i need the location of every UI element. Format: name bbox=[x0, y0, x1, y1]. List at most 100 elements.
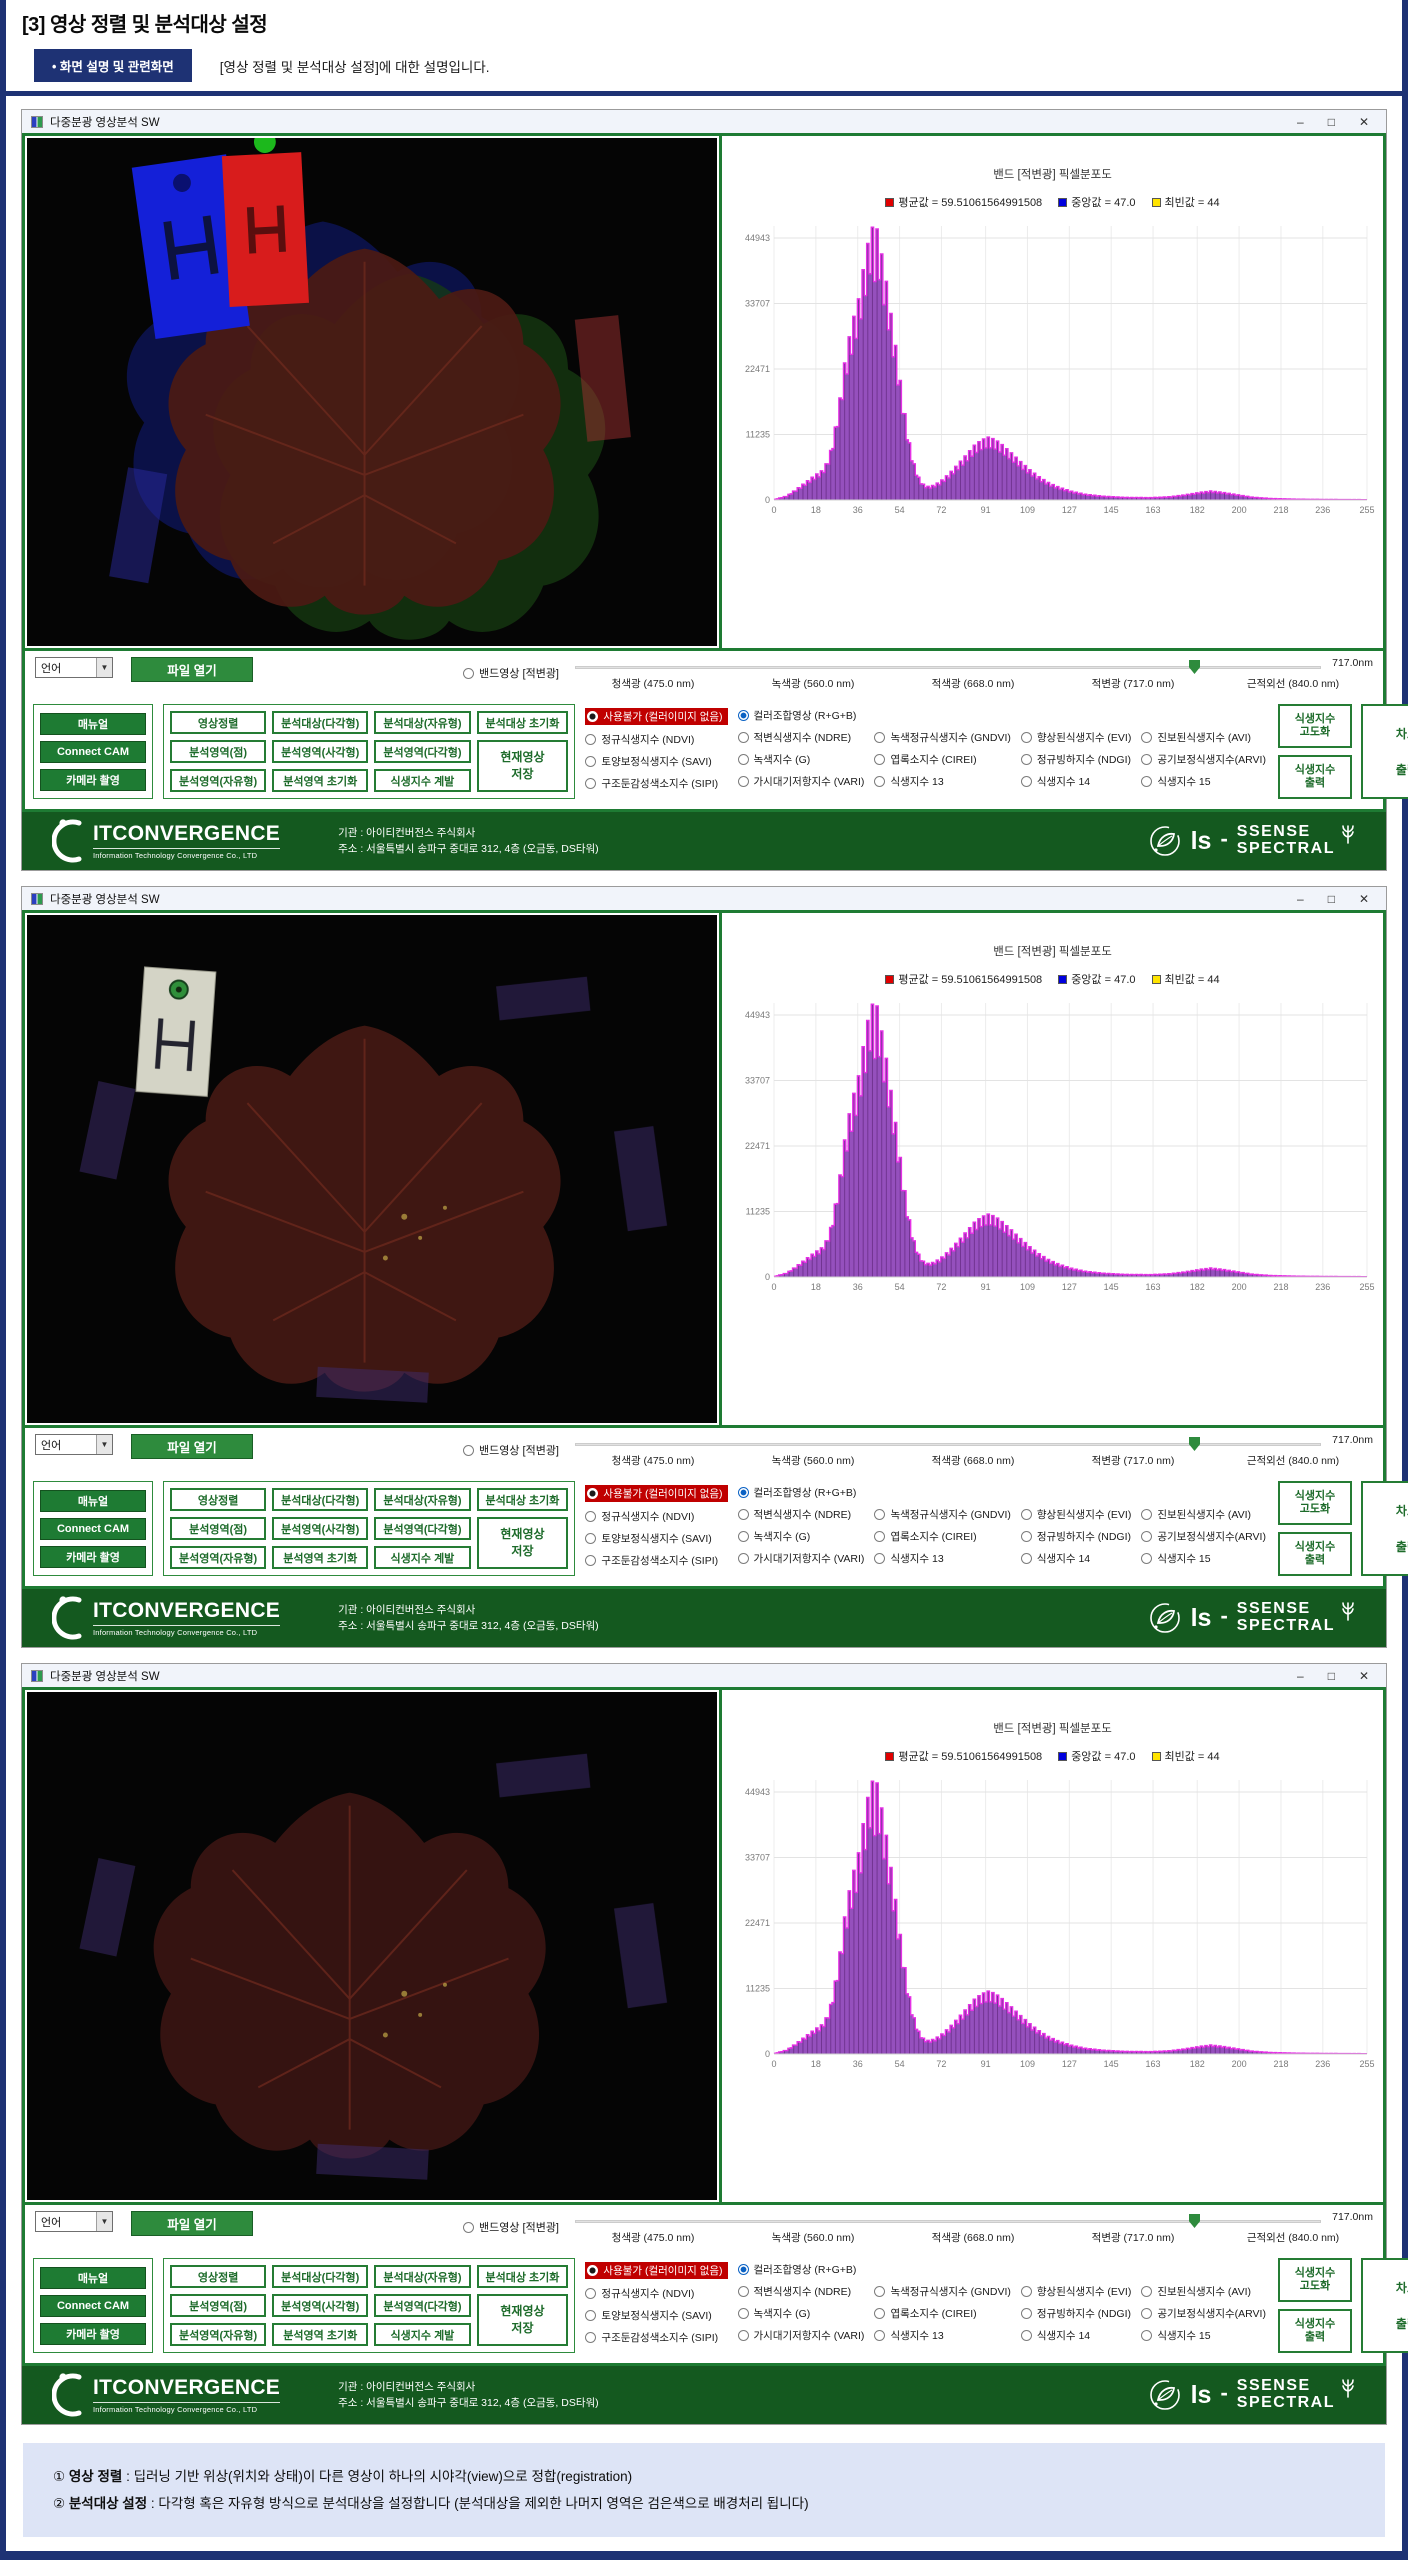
chart-output-button[interactable]: 차트 출력 bbox=[1361, 2258, 1408, 2353]
region-point-button[interactable]: 분석영역(점) bbox=[170, 2294, 266, 2317]
target-freeform-button[interactable]: 분석대상(자유형) bbox=[374, 2265, 470, 2288]
band-image-radio[interactable]: 밴드영상 [적변광] bbox=[463, 2219, 559, 2235]
region-point-button[interactable]: 분석영역(점) bbox=[170, 740, 266, 763]
radio-index13[interactable]: 식생지수 13 bbox=[874, 774, 1010, 789]
minimize-button[interactable]: – bbox=[1297, 1669, 1304, 1683]
target-reset-button[interactable]: 분석대상 초기화 bbox=[477, 1488, 569, 1511]
radio-unavailable[interactable]: 사용불가 (컬러이미지 없음) bbox=[585, 2262, 727, 2279]
minimize-button[interactable]: – bbox=[1297, 115, 1304, 129]
radio-sipi[interactable]: 구조둔감성색소지수 (SIPI) bbox=[585, 2330, 727, 2345]
radio-vari[interactable]: 가시대기저항지수 (VARI) bbox=[738, 2328, 865, 2343]
region-rect-button[interactable]: 분석영역(사각형) bbox=[272, 1517, 368, 1540]
slider-thumb[interactable] bbox=[1189, 660, 1200, 674]
radio-ndre[interactable]: 적변식생지수 (NDRE) bbox=[738, 1507, 865, 1522]
radio-ndgi[interactable]: 정규빙하지수 (NDGI) bbox=[1021, 752, 1131, 767]
save-current-image-button[interactable]: 현재영상 저장 bbox=[477, 2294, 569, 2346]
band-image-radio[interactable]: 밴드영상 [적변광] bbox=[463, 665, 559, 681]
radio-gndvi[interactable]: 녹색정규식생지수 (GNDVI) bbox=[874, 2284, 1010, 2299]
radio-unavailable[interactable]: 사용불가 (컬러이미지 없음) bbox=[585, 1485, 727, 1502]
open-file-button[interactable]: 파일 열기 bbox=[131, 2211, 253, 2236]
target-polygon-button[interactable]: 분석대상(다각형) bbox=[272, 2265, 368, 2288]
radio-cirei[interactable]: 엽록소지수 (CIREI) bbox=[874, 752, 1010, 767]
radio-arvi[interactable]: 공기보정식생지수(ARVI) bbox=[1141, 752, 1266, 767]
align-button[interactable]: 영상정렬 bbox=[170, 2265, 266, 2288]
radio-index14[interactable]: 식생지수 14 bbox=[1021, 1551, 1131, 1566]
region-freeform-button[interactable]: 분석영역(자유형) bbox=[170, 1546, 266, 1569]
close-button[interactable]: ✕ bbox=[1359, 1669, 1369, 1683]
radio-cirei[interactable]: 엽록소지수 (CIREI) bbox=[874, 1529, 1010, 1544]
vegetation-index-dev-button[interactable]: 식생지수 계발 bbox=[374, 1546, 470, 1569]
window-titlebar[interactable]: 다중분광 영상분석 SW – □ ✕ bbox=[22, 1664, 1386, 1687]
index-output-button[interactable]: 식생지수 출력 bbox=[1278, 1532, 1352, 1576]
align-button[interactable]: 영상정렬 bbox=[170, 1488, 266, 1511]
region-rect-button[interactable]: 분석영역(사각형) bbox=[272, 740, 368, 763]
region-polygon-button[interactable]: 분석영역(다각형) bbox=[374, 1517, 470, 1540]
radio-index14[interactable]: 식생지수 14 bbox=[1021, 2328, 1131, 2343]
radio-index13[interactable]: 식생지수 13 bbox=[874, 2328, 1010, 2343]
maximize-button[interactable]: □ bbox=[1328, 892, 1335, 906]
save-current-image-button[interactable]: 현재영상 저장 bbox=[477, 740, 569, 792]
radio-index13[interactable]: 식생지수 13 bbox=[874, 1551, 1010, 1566]
minimize-button[interactable]: – bbox=[1297, 892, 1304, 906]
radio-g[interactable]: 녹색지수 (G) bbox=[738, 2306, 865, 2321]
maximize-button[interactable]: □ bbox=[1328, 1669, 1335, 1683]
radio-gndvi[interactable]: 녹색정규식생지수 (GNDVI) bbox=[874, 730, 1010, 745]
wavelength-slider[interactable] bbox=[575, 2220, 1321, 2223]
index-enhance-button[interactable]: 식생지수 고도화 bbox=[1278, 2258, 1352, 2302]
manual-button[interactable]: 매뉴얼 bbox=[40, 1490, 146, 1512]
language-select[interactable]: 언어 ▼ bbox=[35, 2211, 113, 2232]
language-select[interactable]: 언어 ▼ bbox=[35, 657, 113, 678]
radio-sipi[interactable]: 구조둔감성색소지수 (SIPI) bbox=[585, 776, 727, 791]
radio-rgb-composite[interactable]: 컬러조합영상 (R+G+B) bbox=[738, 1485, 865, 1500]
radio-vari[interactable]: 가시대기저항지수 (VARI) bbox=[738, 1551, 865, 1566]
connect-cam-button[interactable]: Connect CAM bbox=[40, 1518, 146, 1540]
radio-evi[interactable]: 향상된식생지수 (EVI) bbox=[1021, 730, 1131, 745]
region-freeform-button[interactable]: 분석영역(자유형) bbox=[170, 2323, 266, 2346]
index-output-button[interactable]: 식생지수 출력 bbox=[1278, 755, 1352, 799]
radio-ndgi[interactable]: 정규빙하지수 (NDGI) bbox=[1021, 2306, 1131, 2321]
radio-vari[interactable]: 가시대기저항지수 (VARI) bbox=[738, 774, 865, 789]
radio-avi[interactable]: 진보된식생지수 (AVI) bbox=[1141, 1507, 1266, 1522]
target-polygon-button[interactable]: 분석대상(다각형) bbox=[272, 711, 368, 734]
radio-ndvi[interactable]: 정규식생지수 (NDVI) bbox=[585, 732, 727, 747]
radio-savi[interactable]: 토양보정식생지수 (SAVI) bbox=[585, 754, 727, 769]
band-image-radio[interactable]: 밴드영상 [적변광] bbox=[463, 1442, 559, 1458]
radio-index15[interactable]: 식생지수 15 bbox=[1141, 2328, 1266, 2343]
slider-thumb[interactable] bbox=[1189, 2214, 1200, 2228]
region-point-button[interactable]: 분석영역(점) bbox=[170, 1517, 266, 1540]
camera-capture-button[interactable]: 카메라 촬영 bbox=[40, 769, 146, 791]
radio-ndvi[interactable]: 정규식생지수 (NDVI) bbox=[585, 1509, 727, 1524]
radio-avi[interactable]: 진보된식생지수 (AVI) bbox=[1141, 2284, 1266, 2299]
manual-button[interactable]: 매뉴얼 bbox=[40, 713, 146, 735]
radio-arvi[interactable]: 공기보정식생지수(ARVI) bbox=[1141, 1529, 1266, 1544]
connect-cam-button[interactable]: Connect CAM bbox=[40, 741, 146, 763]
index-enhance-button[interactable]: 식생지수 고도화 bbox=[1278, 1481, 1352, 1525]
radio-g[interactable]: 녹색지수 (G) bbox=[738, 1529, 865, 1544]
radio-g[interactable]: 녹색지수 (G) bbox=[738, 752, 865, 767]
radio-cirei[interactable]: 엽록소지수 (CIREI) bbox=[874, 2306, 1010, 2321]
maximize-button[interactable]: □ bbox=[1328, 115, 1335, 129]
target-reset-button[interactable]: 분석대상 초기화 bbox=[477, 2265, 569, 2288]
chevron-down-icon[interactable]: ▼ bbox=[96, 1435, 112, 1454]
camera-capture-button[interactable]: 카메라 촬영 bbox=[40, 2323, 146, 2345]
radio-arvi[interactable]: 공기보정식생지수(ARVI) bbox=[1141, 2306, 1266, 2321]
language-select[interactable]: 언어 ▼ bbox=[35, 1434, 113, 1455]
radio-gndvi[interactable]: 녹색정규식생지수 (GNDVI) bbox=[874, 1507, 1010, 1522]
radio-ndre[interactable]: 적변식생지수 (NDRE) bbox=[738, 2284, 865, 2299]
radio-ndvi[interactable]: 정규식생지수 (NDVI) bbox=[585, 2286, 727, 2301]
chevron-down-icon[interactable]: ▼ bbox=[96, 658, 112, 677]
connect-cam-button[interactable]: Connect CAM bbox=[40, 2295, 146, 2317]
open-file-button[interactable]: 파일 열기 bbox=[131, 1434, 253, 1459]
close-button[interactable]: ✕ bbox=[1359, 115, 1369, 129]
region-rect-button[interactable]: 분석영역(사각형) bbox=[272, 2294, 368, 2317]
close-button[interactable]: ✕ bbox=[1359, 892, 1369, 906]
target-freeform-button[interactable]: 분석대상(자유형) bbox=[374, 1488, 470, 1511]
radio-savi[interactable]: 토양보정식생지수 (SAVI) bbox=[585, 1531, 727, 1546]
region-reset-button[interactable]: 분석영역 초기화 bbox=[272, 2323, 368, 2346]
window-titlebar[interactable]: 다중분광 영상분석 SW – □ ✕ bbox=[22, 887, 1386, 910]
wavelength-slider[interactable] bbox=[575, 666, 1321, 669]
index-output-button[interactable]: 식생지수 출력 bbox=[1278, 2309, 1352, 2353]
radio-unavailable[interactable]: 사용불가 (컬러이미지 없음) bbox=[585, 708, 727, 725]
region-reset-button[interactable]: 분석영역 초기화 bbox=[272, 1546, 368, 1569]
vegetation-index-dev-button[interactable]: 식생지수 계발 bbox=[374, 2323, 470, 2346]
